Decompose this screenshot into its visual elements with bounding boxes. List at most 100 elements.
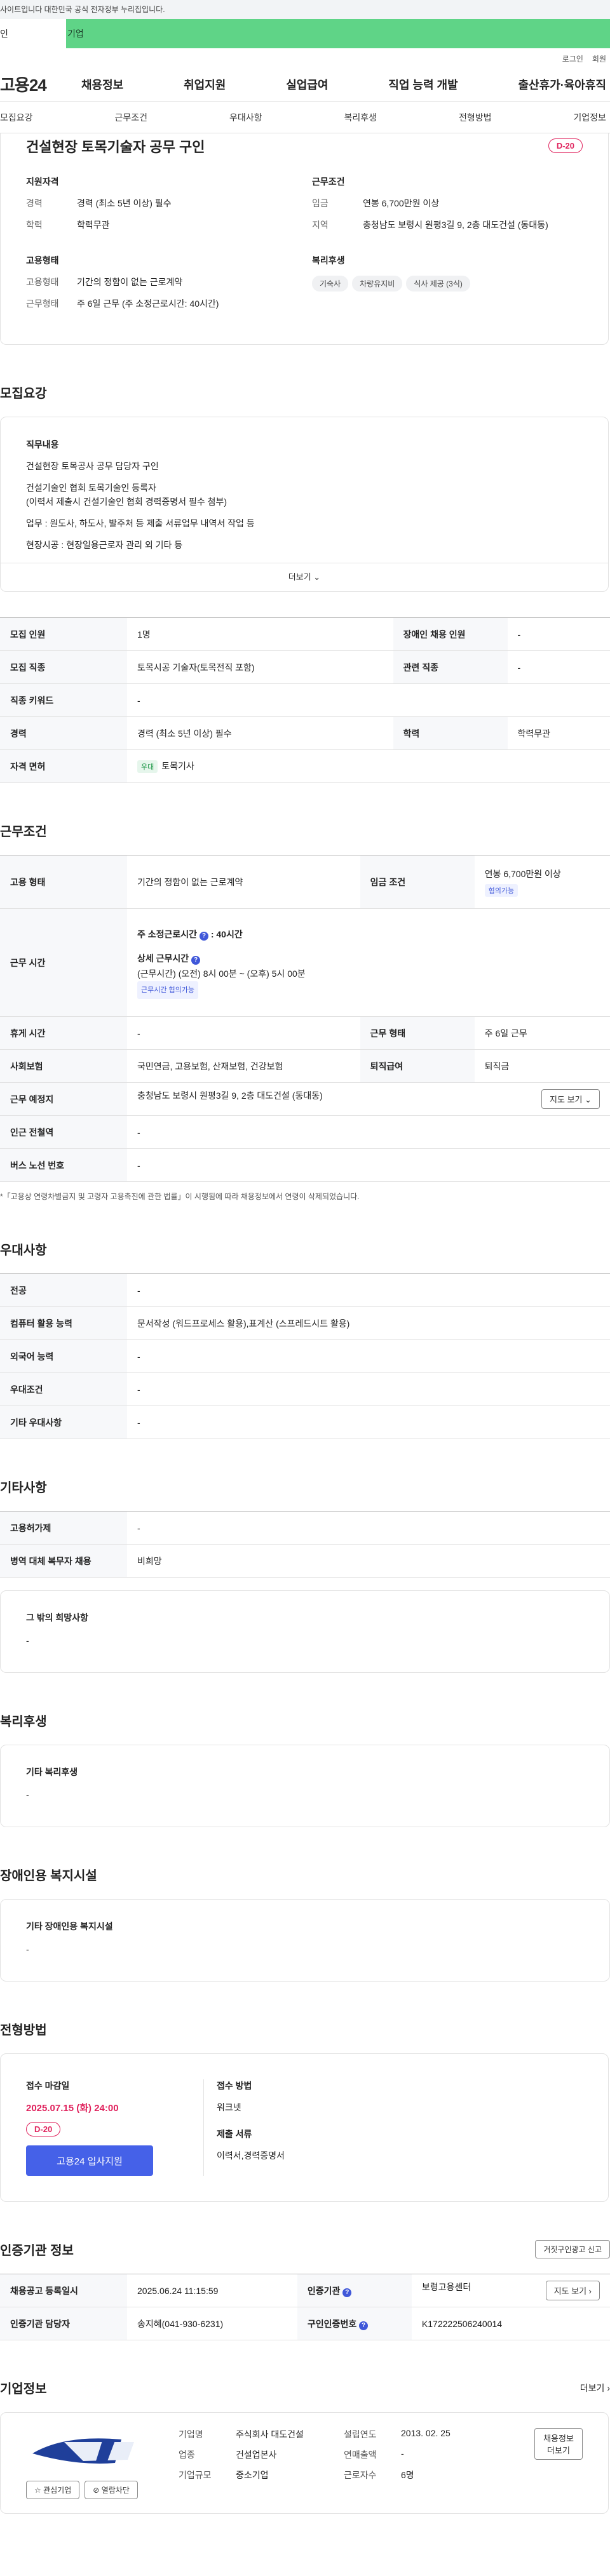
apply-button[interactable]: 고용24 입사지원: [26, 2145, 153, 2176]
company-heading: 기업정보 더보기 ›: [0, 2378, 610, 2397]
recruit-table: 모집 인원 1명 장애인 채용 인원 - 모집 직종 토목시공 기술자(토목전직 포함)…: [0, 617, 610, 783]
cell: -: [127, 1273, 610, 1307]
cert-table: 채용공고 등록일시 2025.06.24 11:15:59 인증기관 ? 보령고용센터…: [0, 2274, 610, 2340]
cell-head: 근무 예정지: [0, 1082, 127, 1116]
cell-head: 버스 노선 번호: [0, 1148, 127, 1182]
table-row: 인증기관 담당자 송지혜(041-930-6231) 구인인증번호 ? K172222…: [0, 2307, 610, 2340]
cell-head: 컴퓨터 활용 능력: [0, 1306, 127, 1340]
pref-tag: 우대: [137, 760, 158, 773]
cell: 우대 토목기사: [127, 749, 610, 783]
login-link[interactable]: 로그인: [562, 51, 583, 67]
emp-heading: 고용형태: [26, 255, 59, 265]
cell: 1명: [127, 617, 393, 651]
emp-value: 기간의 정함이 없는 근로계약: [77, 277, 183, 287]
company-more-link[interactable]: 더보기 ›: [580, 2382, 610, 2394]
cert-heading: 인증기관 정보 거짓구인광고 신고: [0, 2240, 610, 2258]
docs-title: 제출 서류: [217, 2129, 252, 2139]
table-row: 우대조건 -: [0, 1372, 610, 1406]
cell-head: 장애인 채용 인원: [393, 617, 508, 651]
cell: 주 6일 근무: [474, 1016, 610, 1050]
disabled-heading: 장애인용 복지시설: [0, 1869, 97, 1883]
emp-key: 고용형태: [26, 277, 59, 287]
anchor-company[interactable]: 기업정보: [573, 111, 606, 124]
company-logo-icon: [32, 2438, 134, 2464]
cell-head: 퇴직급여: [360, 1049, 475, 1083]
map-button[interactable]: 지도 보기 ›: [545, 2281, 600, 2300]
cond-value: 충청남도 보령시 원평3길 9, 2층 대도건설 (동대동): [363, 220, 548, 230]
duty-line: 건설기술인 협회 토목기술인 등록자 (이력서 제출시 건설기술인 협회 경력증명…: [26, 483, 227, 507]
help-icon[interactable]: ?: [191, 955, 201, 965]
method-title: 접수 방법: [217, 2081, 252, 2091]
cell-head: 자격 면허: [0, 749, 127, 783]
hours-tag: 근무시간 협의가능: [137, 981, 199, 999]
tab-individual[interactable]: 인: [0, 19, 66, 48]
help-icon[interactable]: ?: [359, 2321, 369, 2330]
welfare-heading: 복리후생: [312, 255, 345, 265]
apply-heading: 전형방법: [0, 2023, 47, 2037]
company-box: ☆ 관심기업 ⊘ 열람차단 기업명 주식회사 대도건설 설립연도 2013. 02.…: [0, 2412, 609, 2514]
anchor-work[interactable]: 근무조건: [114, 111, 147, 124]
cell: 경력 (최소 5년 이상) 필수: [127, 716, 393, 750]
duty-line: 현장시공 : 현장일용근로자 관리 외 기타 등: [26, 540, 183, 550]
info-value: 주식회사 대도건설: [236, 2429, 304, 2439]
cert-title: 인증기관 정보: [0, 2244, 74, 2258]
gnb-jobs[interactable]: 채용정보: [81, 76, 123, 93]
member-tabs: 인 기업: [0, 19, 610, 48]
anchor-recruit[interactable]: 모집요강: [0, 111, 33, 124]
anchor-welfare[interactable]: 복리후생: [344, 111, 377, 124]
more-button[interactable]: 더보기 ⌄: [1, 563, 608, 591]
cell-head: 임금 조건: [360, 855, 475, 909]
anchor-pref[interactable]: 우대사항: [229, 111, 262, 124]
qual-key: 학력: [26, 220, 43, 230]
cell-head: 근무 형태: [360, 1016, 475, 1050]
qual-value: 학력무관: [77, 220, 110, 230]
tab-business[interactable]: 기업: [66, 19, 610, 48]
place-value: 충청남도 보령시 원평3길 9, 2층 대도건설 (동대동): [137, 1090, 323, 1101]
cell-head: 직종 키워드: [0, 683, 127, 717]
cell: -: [507, 650, 610, 684]
duty-line: 건설현장 토목공사 공무 담당자 구인: [26, 461, 159, 471]
duty-box: 직무내용 건설현장 토목공사 공무 담당자 구인 건설기술인 협회 토목기술인 …: [0, 417, 609, 592]
company-jobs-button[interactable]: 채용정보 더보기: [534, 2428, 583, 2460]
job-summary: 건설현장 토목기술자 공무 구인 D-20 지원자격 경력 경력 (최소 5년 이…: [0, 133, 609, 345]
cond-key: 임금: [312, 198, 329, 208]
company-title: 기업정보: [0, 2382, 47, 2396]
info-key: 근로자수: [344, 2470, 377, 2480]
help-icon[interactable]: ?: [199, 931, 208, 941]
block-button[interactable]: ⊘ 열람차단: [85, 2481, 138, 2499]
info-key: 기업규모: [179, 2470, 212, 2480]
gnb-employment-support[interactable]: 취업지원: [184, 76, 226, 93]
global-nav: 고용24 채용정보 취업지원 실업급여 직업 능력 개발 출산휴가·육아휴직: [0, 67, 610, 102]
signup-link[interactable]: 회원: [592, 51, 606, 67]
emp-key: 근무형태: [26, 299, 59, 309]
cell-head: 인근 전철역: [0, 1115, 127, 1149]
pref-heading: 우대사항: [0, 1244, 47, 1258]
cell-head: 고용허가제: [0, 1511, 127, 1545]
gnb-training[interactable]: 직업 능력 개발: [388, 76, 458, 93]
qual-heading: 지원자격: [26, 177, 59, 187]
map-button[interactable]: 지도 보기 ⌄: [541, 1089, 600, 1109]
report-button[interactable]: 거짓구인광고 신고: [535, 2240, 610, 2258]
info-key: 기업명: [179, 2429, 203, 2439]
help-icon[interactable]: ?: [342, 2288, 352, 2297]
anchor-apply[interactable]: 전형방법: [459, 111, 492, 124]
method-value: 워크넷: [217, 2102, 241, 2112]
interest-button[interactable]: ☆ 관심기업: [26, 2481, 80, 2499]
gnb-leave[interactable]: 출산휴가·육아휴직: [518, 76, 606, 93]
table-row: 모집 인원 1명 장애인 채용 인원 -: [0, 617, 610, 651]
site-logo[interactable]: 고용24: [0, 72, 81, 96]
util-menu: 로그인 회원: [0, 51, 610, 67]
cell-head: 학력: [393, 716, 508, 750]
hours-value: : 40시간: [210, 929, 243, 939]
table-row: 사회보험 국민연금, 고용보험, 산재보험, 건강보험 퇴직급여 퇴직금: [0, 1049, 610, 1083]
job-title: 건설현장 토목기술자 공무 구인: [26, 139, 205, 155]
cell: 비희망: [127, 1544, 610, 1578]
welfare-chip: 식사 제공 (3식): [406, 276, 470, 292]
cell-head: 구인인증번호 ?: [297, 2307, 412, 2340]
table-row: 기타 우대사항 -: [0, 1405, 610, 1439]
cell-head: 우대조건: [0, 1372, 127, 1406]
cell: -: [127, 1115, 610, 1149]
gnb-unemployment[interactable]: 실업급여: [286, 76, 328, 93]
work-heading: 근무조건: [0, 825, 47, 839]
cell: -: [127, 1511, 610, 1545]
